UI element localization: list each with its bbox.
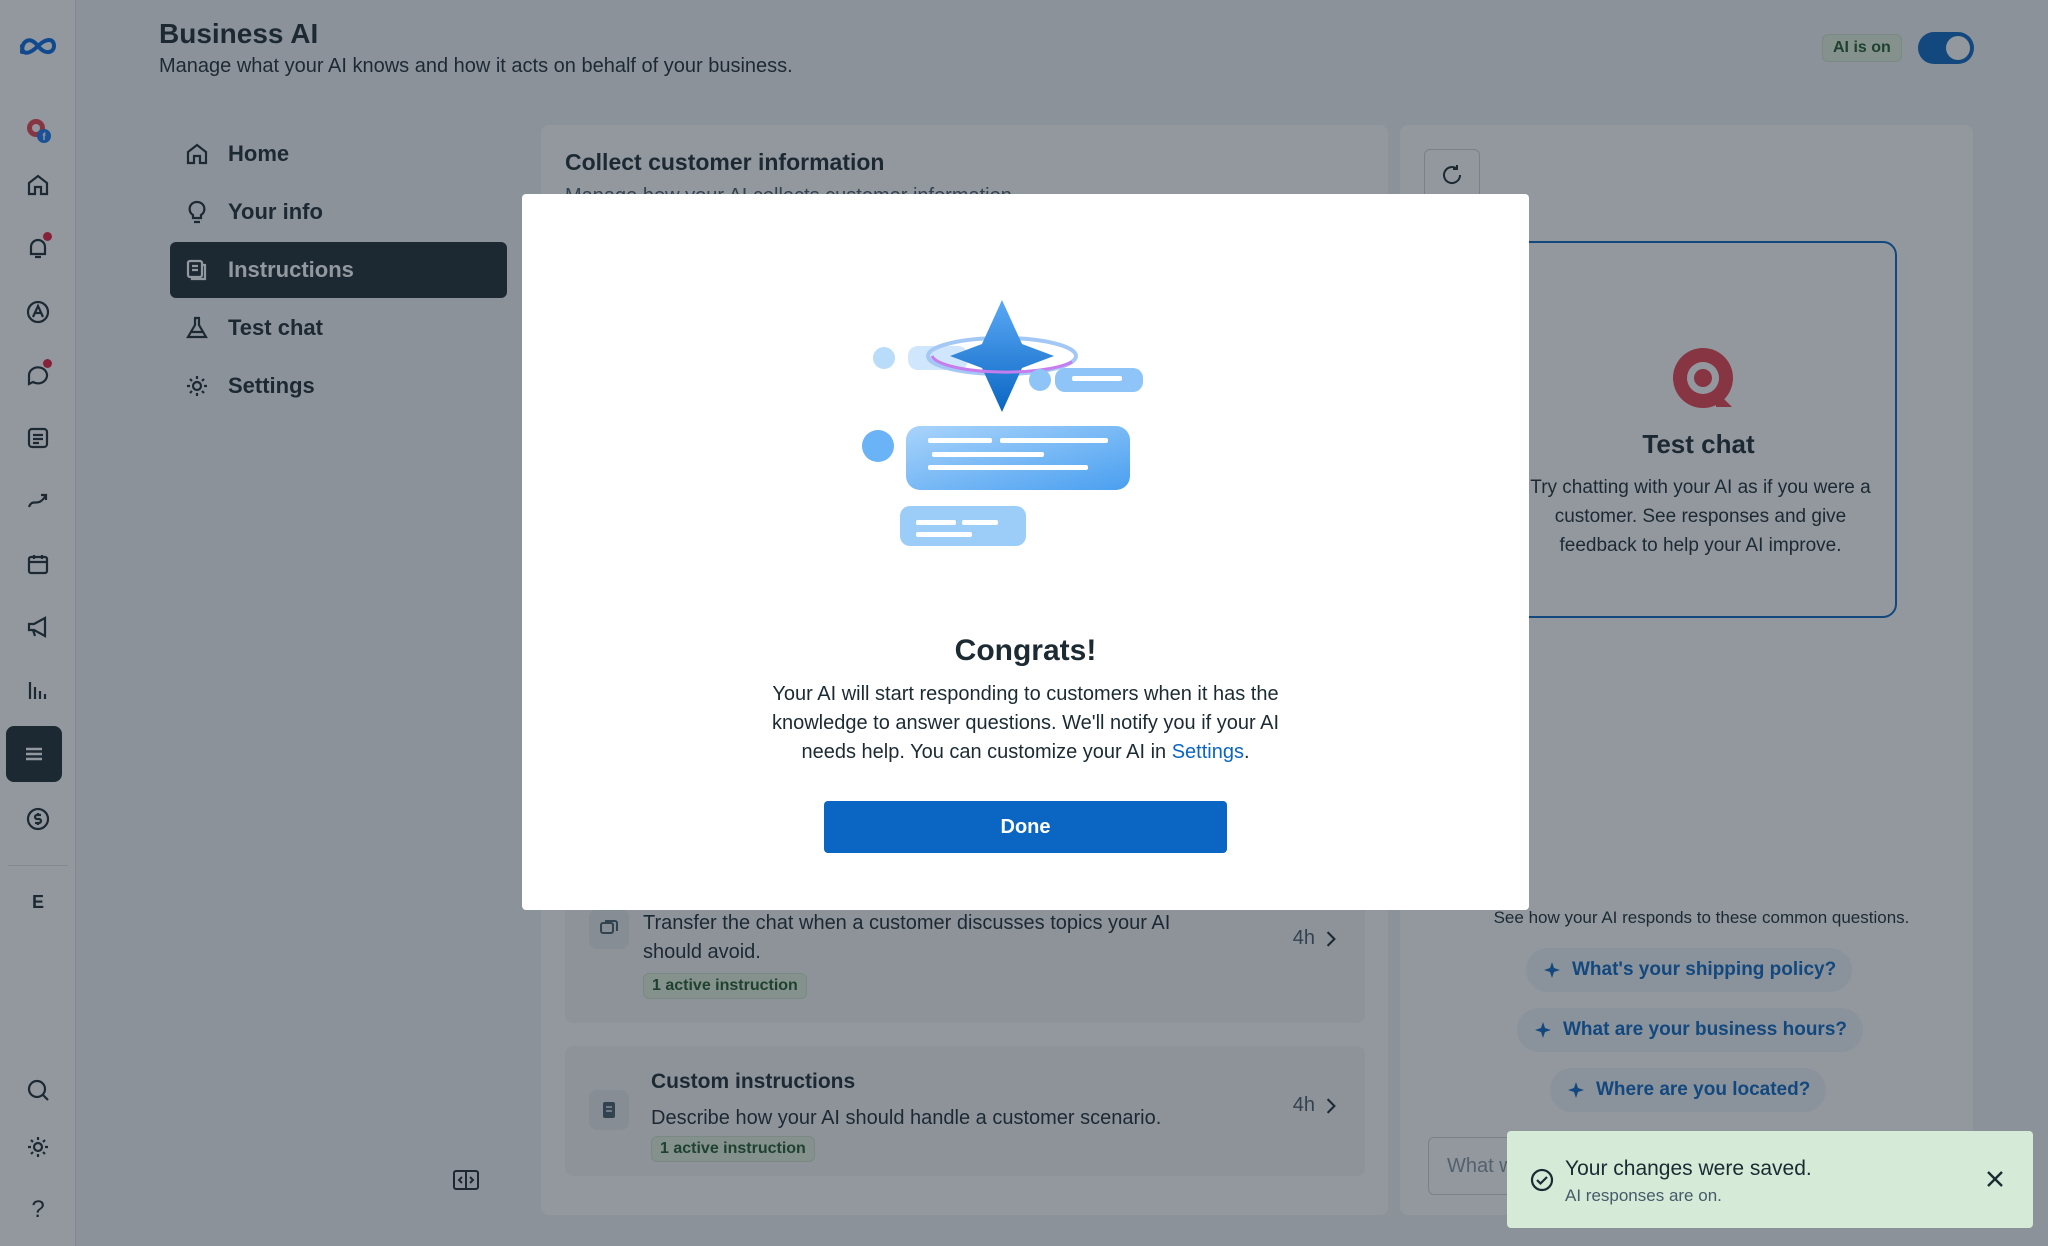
done-button[interactable]: Done [824, 801, 1227, 853]
toast-subtitle: AI responses are on. [1565, 1186, 1722, 1205]
saved-toast: Your changes were saved. AI responses ar… [1507, 1131, 2033, 1228]
dialog-body: Your AI will start responding to custome… [742, 680, 1309, 767]
close-icon[interactable] [1981, 1165, 2009, 1193]
congrats-dialog: Congrats! Your AI will start responding … [522, 194, 1529, 910]
check-circle-icon [1530, 1168, 1554, 1192]
toast-title: Your changes were saved. [1565, 1157, 1812, 1180]
dialog-title: Congrats! [954, 634, 1097, 667]
ai-illustration-icon [862, 300, 1143, 546]
dialog-body-end: . [1243, 741, 1250, 763]
settings-link[interactable]: Settings [1172, 741, 1244, 763]
